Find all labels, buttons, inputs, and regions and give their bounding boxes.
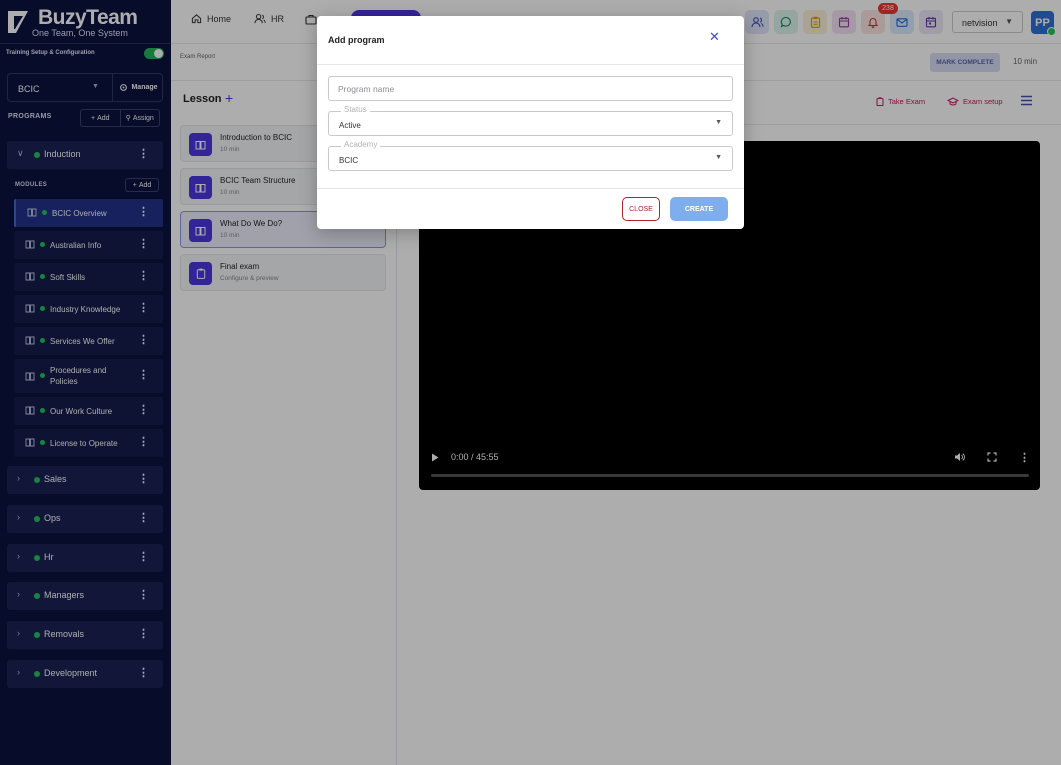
academy-select-value: BCIC [339, 156, 359, 165]
program-name-field[interactable] [328, 76, 733, 101]
close-button[interactable]: CLOSE [622, 197, 660, 221]
status-select[interactable]: Status Active ▼ [328, 105, 733, 136]
academy-select[interactable]: Academy BCIC ▼ [328, 140, 733, 171]
add-program-dialog: Add program ✕ Status Active ▼ Academy BC… [317, 16, 744, 229]
status-label: Status [341, 105, 370, 114]
dialog-title: Add program [328, 35, 385, 45]
dialog-divider [317, 64, 744, 65]
create-button[interactable]: CREATE [670, 197, 728, 221]
caret-down-icon[interactable]: ▼ [715, 154, 722, 161]
dialog-divider [317, 188, 744, 189]
close-icon[interactable]: ✕ [709, 30, 720, 43]
caret-down-icon[interactable]: ▼ [715, 119, 722, 126]
program-name-input[interactable] [329, 77, 732, 100]
academy-label: Academy [341, 140, 381, 149]
status-select-value: Active [339, 121, 361, 130]
